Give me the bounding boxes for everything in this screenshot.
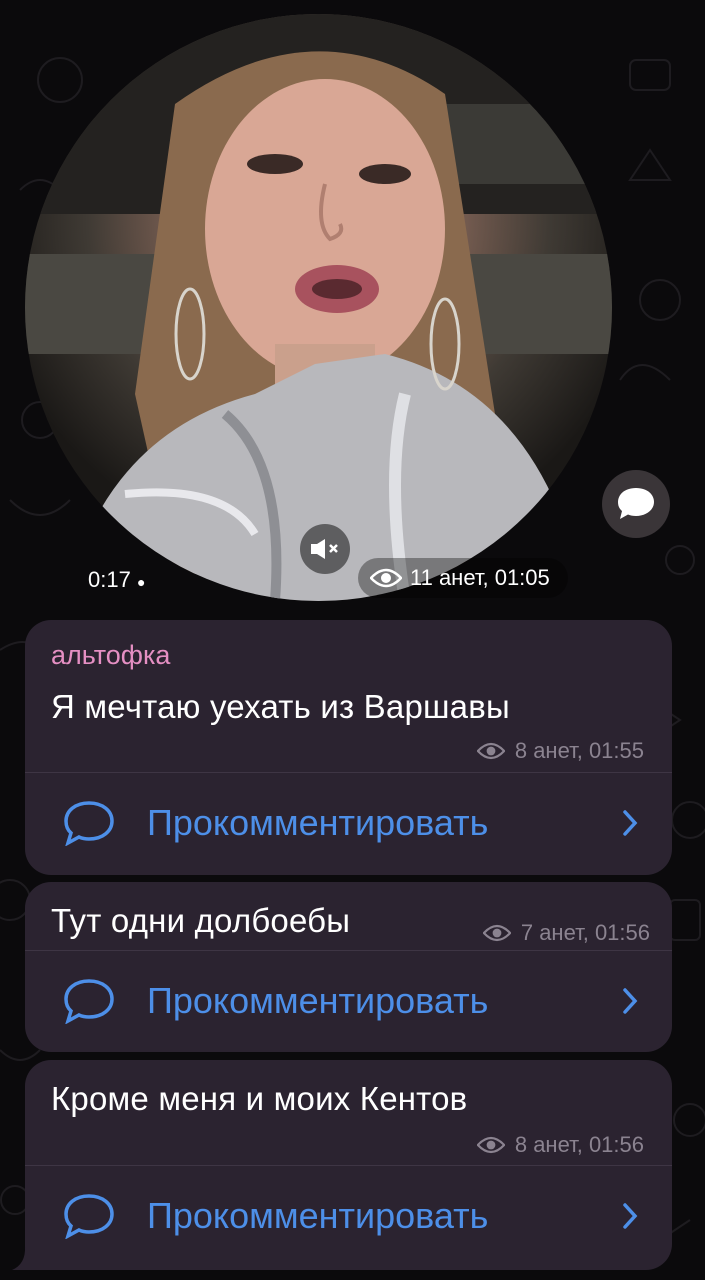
comment-button[interactable]: Прокомментировать — [25, 1166, 672, 1266]
message-meta: 8 анет, 01:55 — [476, 738, 644, 764]
eye-icon — [476, 1136, 505, 1154]
comment-icon — [64, 979, 114, 1024]
chevron-right-icon — [623, 988, 638, 1014]
comment-label: Прокомментировать — [147, 980, 489, 1021]
chevron-right-icon — [623, 810, 638, 836]
comment-label: Прокомментировать — [147, 802, 489, 843]
message-time: 8 анет, 01:56 — [514, 1132, 644, 1157]
mute-button[interactable] — [300, 524, 350, 574]
comment-icon — [64, 801, 114, 846]
comment-bubble-icon — [618, 488, 654, 519]
message-meta: 7 анет, 01:56 — [482, 920, 650, 946]
message-bubble: Тут одни долбоебы 7 анет, 01:56 Прокомме… — [25, 882, 672, 1052]
eye-icon — [476, 742, 505, 760]
message-text: Я мечтаю уехать из Варшавы — [51, 688, 510, 725]
comment-button[interactable]: Прокомментировать — [25, 951, 672, 1051]
message-text: Кроме меня и моих Кентов — [51, 1080, 468, 1117]
eye-icon — [482, 924, 511, 942]
message-text: Тут одни долбоебы — [51, 902, 351, 939]
video-frame — [25, 14, 612, 601]
comment-icon — [64, 1194, 114, 1239]
video-duration: 0:17 ● — [88, 567, 146, 592]
comment-fab-button[interactable] — [602, 470, 670, 538]
message-meta: 8 анет, 01:56 — [476, 1132, 644, 1158]
eye-icon — [370, 568, 402, 588]
video-meta: 11 анет, 01:05 — [358, 558, 568, 598]
message-bubble: Кроме меня и моих Кентов 8 анет, 01:56 П… — [25, 1060, 672, 1270]
speaker-mute-icon — [311, 539, 338, 559]
video-date: 11 анет, 01:05 — [410, 565, 550, 590]
message-time: 7 анет, 01:56 — [520, 920, 650, 945]
video-message[interactable] — [25, 14, 612, 601]
message-bubble: альтофка Я мечтаю уехать из Варшавы 8 ан… — [25, 620, 672, 875]
message-time: 8 анет, 01:55 — [514, 738, 644, 763]
chevron-right-icon — [623, 1203, 638, 1229]
message-author[interactable]: альтофка — [51, 640, 170, 671]
bubble-tail — [12, 1246, 32, 1270]
comment-button[interactable]: Прокомментировать — [25, 773, 672, 873]
comment-label: Прокомментировать — [147, 1195, 489, 1236]
